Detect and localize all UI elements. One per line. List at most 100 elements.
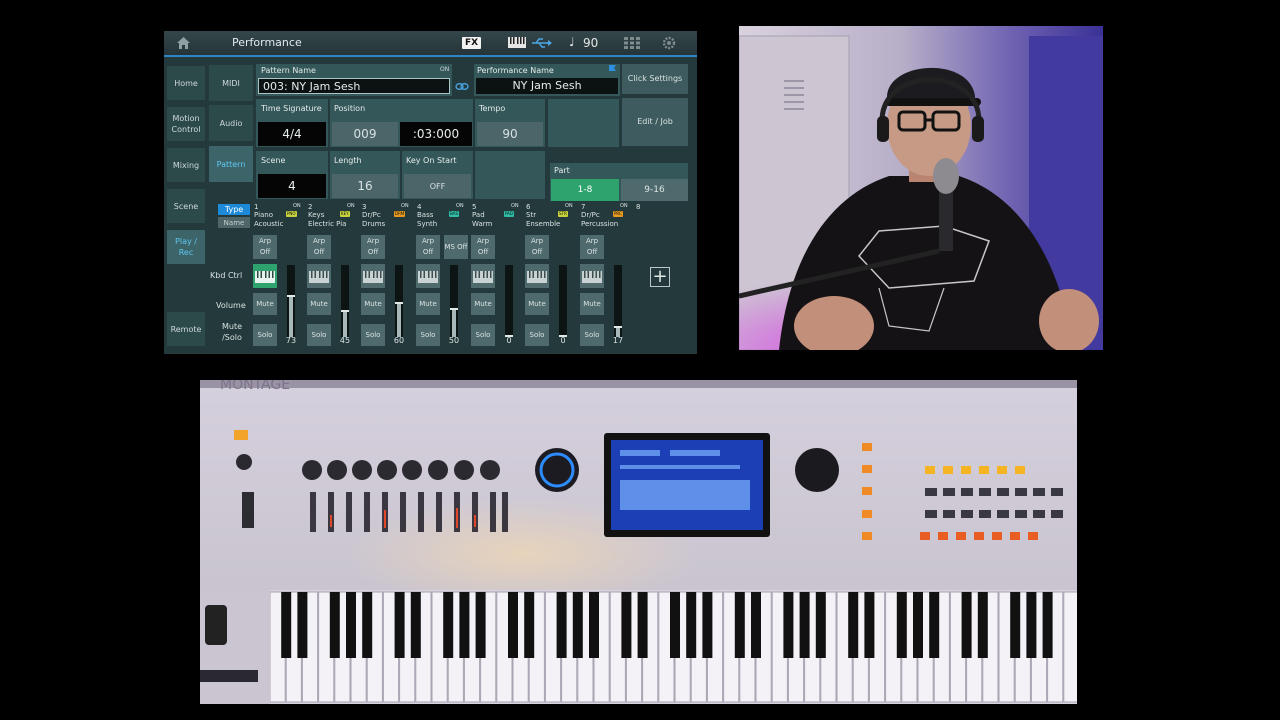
- black-key[interactable]: [410, 592, 421, 658]
- black-key[interactable]: [637, 592, 648, 658]
- mute-button-part-4[interactable]: Mute: [416, 293, 440, 315]
- volume-fader-part-2[interactable]: [341, 265, 349, 337]
- black-key[interactable]: [443, 592, 454, 658]
- kbd-ctrl-part-3[interactable]: [361, 264, 385, 288]
- volume-fader-part-7[interactable]: [614, 265, 622, 337]
- black-key[interactable]: [475, 592, 486, 658]
- black-key[interactable]: [508, 592, 518, 658]
- arp-toggle-part-4[interactable]: Arp Off: [416, 235, 440, 259]
- nav-motion-control[interactable]: Motion Control: [167, 107, 205, 141]
- kbd-ctrl-part-7[interactable]: [580, 264, 604, 288]
- performance-name-field[interactable]: NY Jam Sesh: [476, 78, 618, 94]
- mute-button-part-1[interactable]: Mute: [253, 293, 277, 315]
- add-part-button[interactable]: +: [650, 267, 670, 287]
- black-key[interactable]: [572, 592, 583, 658]
- black-key[interactable]: [734, 592, 745, 658]
- subnav-midi[interactable]: MIDI: [209, 65, 253, 101]
- nav-scene[interactable]: Scene: [167, 189, 205, 223]
- fx-indicator[interactable]: FX: [462, 37, 482, 49]
- arp-toggle-part-3[interactable]: Arp Off: [361, 235, 385, 259]
- black-key[interactable]: [297, 592, 308, 658]
- black-key[interactable]: [799, 592, 810, 658]
- black-key[interactable]: [346, 592, 356, 658]
- black-key[interactable]: [961, 592, 972, 658]
- part-2-header[interactable]: 2 ON Keys Electric Pia KEY: [307, 203, 359, 231]
- black-key[interactable]: [815, 592, 826, 658]
- scene-value[interactable]: 4: [258, 174, 326, 198]
- part-1-8-button[interactable]: 1-8: [551, 179, 619, 201]
- position-time-value[interactable]: :03:000: [400, 122, 472, 146]
- solo-button-part-7[interactable]: Solo: [580, 324, 604, 346]
- mute-button-part-7[interactable]: Mute: [580, 293, 604, 315]
- part-4-header[interactable]: 4 ON Bass Synth BAS: [416, 203, 468, 231]
- mute-button-part-5[interactable]: Mute: [471, 293, 495, 315]
- black-key[interactable]: [702, 592, 713, 658]
- time-signature-value[interactable]: 4/4: [258, 122, 326, 146]
- nav-mixing[interactable]: Mixing: [167, 148, 205, 182]
- black-key[interactable]: [329, 592, 340, 658]
- black-key[interactable]: [751, 592, 761, 658]
- header-tempo[interactable]: 90: [583, 36, 598, 50]
- black-key[interactable]: [281, 592, 292, 658]
- black-key[interactable]: [524, 592, 535, 658]
- subnav-pattern[interactable]: Pattern: [209, 146, 253, 182]
- solo-button-part-6[interactable]: Solo: [525, 324, 549, 346]
- arp-toggle-part-1[interactable]: Arp Off: [253, 235, 277, 259]
- solo-button-part-2[interactable]: Solo: [307, 324, 331, 346]
- subnav-audio[interactable]: Audio: [209, 105, 253, 141]
- name-button[interactable]: Name: [218, 217, 250, 228]
- nav-home[interactable]: Home: [167, 66, 205, 100]
- black-key[interactable]: [913, 592, 923, 658]
- ms-toggle-part-4[interactable]: MS Off: [444, 235, 468, 259]
- part-8-header[interactable]: 8: [635, 203, 687, 231]
- part-1-header[interactable]: 1 ON Piano Acoustic PNO: [253, 203, 305, 231]
- arp-toggle-part-2[interactable]: Arp Off: [307, 235, 331, 259]
- black-key[interactable]: [394, 592, 405, 658]
- solo-button-part-4[interactable]: Solo: [416, 324, 440, 346]
- part-9-16-button[interactable]: 9-16: [621, 179, 688, 201]
- edit-job-button[interactable]: Edit / Job: [622, 98, 688, 146]
- nav-remote[interactable]: Remote: [167, 312, 205, 346]
- black-key[interactable]: [1042, 592, 1053, 658]
- volume-fader-part-3[interactable]: [395, 265, 403, 337]
- black-key[interactable]: [459, 592, 470, 658]
- black-key[interactable]: [589, 592, 599, 658]
- grid-icon[interactable]: [624, 37, 640, 49]
- part-5-header[interactable]: 5 ON Pad Warm PAD: [471, 203, 523, 231]
- arp-toggle-part-6[interactable]: Arp Off: [525, 235, 549, 259]
- nav-play-rec[interactable]: Play / Rec: [167, 230, 205, 264]
- white-key[interactable]: [1063, 591, 1077, 703]
- part-7-header[interactable]: 7 ON Dr/Pc Percussion PRC: [580, 203, 632, 231]
- black-key[interactable]: [362, 592, 373, 658]
- key-on-start-toggle[interactable]: OFF: [404, 174, 471, 198]
- arp-toggle-part-5[interactable]: Arp Off: [471, 235, 495, 259]
- kbd-ctrl-part-4[interactable]: [416, 264, 440, 288]
- mute-button-part-6[interactable]: Mute: [525, 293, 549, 315]
- black-key[interactable]: [864, 592, 875, 658]
- black-key[interactable]: [1010, 592, 1021, 658]
- solo-button-part-5[interactable]: Solo: [471, 324, 495, 346]
- black-key[interactable]: [929, 592, 940, 658]
- kbd-ctrl-part-5[interactable]: [471, 264, 495, 288]
- part-3-header[interactable]: 3 ON Dr/Pc Drums DRM: [361, 203, 413, 231]
- home-icon[interactable]: [177, 37, 190, 49]
- position-measure-value[interactable]: 009: [332, 122, 398, 146]
- length-value[interactable]: 16: [332, 174, 398, 198]
- mute-button-part-2[interactable]: Mute: [307, 293, 331, 315]
- black-key[interactable]: [670, 592, 680, 658]
- black-key[interactable]: [621, 592, 632, 658]
- black-key[interactable]: [686, 592, 697, 658]
- kbd-ctrl-part-2[interactable]: [307, 264, 331, 288]
- black-key[interactable]: [1026, 592, 1037, 658]
- solo-button-part-1[interactable]: Solo: [253, 324, 277, 346]
- black-key[interactable]: [783, 592, 794, 658]
- click-settings-button[interactable]: Click Settings: [622, 64, 688, 94]
- type-button[interactable]: Type: [218, 204, 250, 215]
- kbd-ctrl-part-1[interactable]: [253, 264, 277, 288]
- black-key[interactable]: [977, 592, 988, 658]
- pattern-name-field[interactable]: 003: NY Jam Sesh: [258, 78, 450, 94]
- gear-icon[interactable]: [662, 36, 676, 50]
- part-6-header[interactable]: 6 ON Str Ensemble STR: [525, 203, 577, 231]
- tempo-value[interactable]: 90: [477, 122, 543, 146]
- black-key[interactable]: [848, 592, 859, 658]
